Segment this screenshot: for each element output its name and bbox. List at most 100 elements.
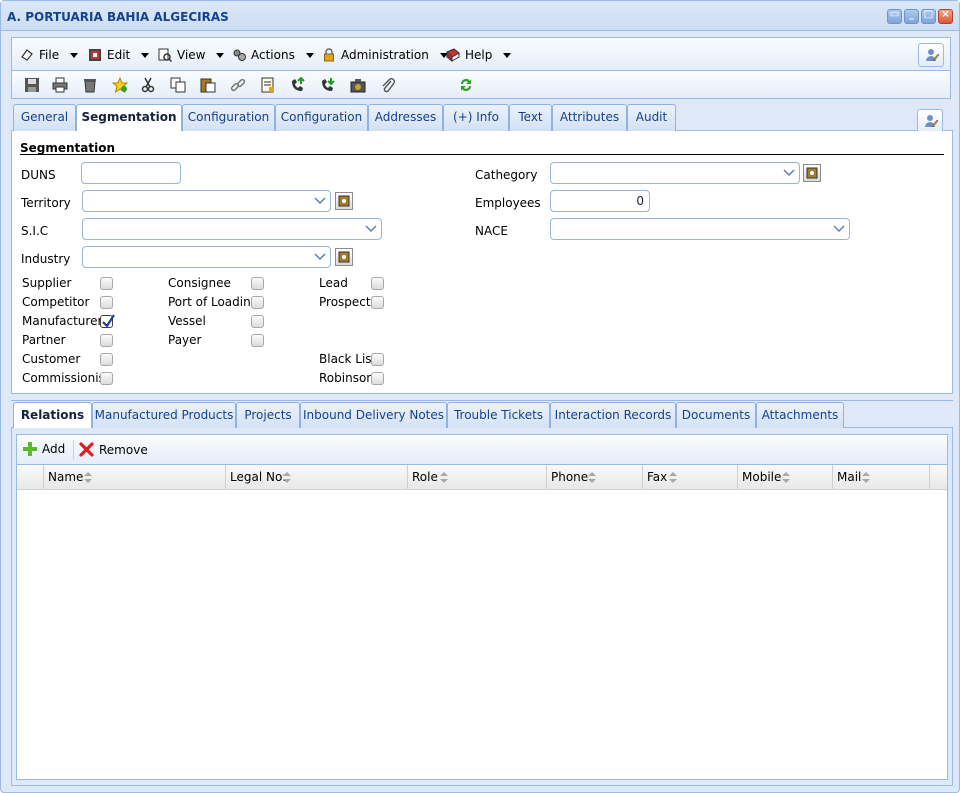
tab-attachments[interactable]: Attachments <box>756 402 844 429</box>
column-header-mail[interactable]: Mail <box>833 465 930 489</box>
column-header-legal-no[interactable]: Legal No: <box>226 465 408 489</box>
customer-checkbox[interactable] <box>100 353 113 366</box>
camera-icon[interactable] <box>350 77 366 93</box>
tab-inbound-delivery-notes[interactable]: Inbound Delivery Notes <box>300 402 447 429</box>
related-tabs: Relations Manufactured Products Projects… <box>11 400 953 430</box>
refresh-icon[interactable] <box>458 77 474 93</box>
cathegory-lookup-button[interactable] <box>803 164 821 182</box>
tab-documents[interactable]: Documents <box>676 402 756 429</box>
restore-button[interactable]: ▭ <box>887 9 902 24</box>
section-divider <box>20 154 944 155</box>
supplier-checkbox[interactable] <box>100 277 113 290</box>
industry-lookup-button[interactable] <box>335 248 353 266</box>
consignee-checkbox[interactable] <box>251 277 264 290</box>
lookup-icon <box>338 251 350 263</box>
column-header-mobile[interactable]: Mobile <box>738 465 833 489</box>
report-icon[interactable] <box>260 77 276 93</box>
chevron-down-icon[interactable] <box>779 163 799 183</box>
manufacturer-checkbox[interactable] <box>100 314 115 328</box>
robinson-checkbox[interactable] <box>371 372 384 385</box>
paste-icon[interactable] <box>200 77 216 93</box>
sort-icon <box>588 472 596 483</box>
employees-field[interactable]: 0 <box>550 190 650 212</box>
checkmark-icon <box>102 314 115 328</box>
print-icon[interactable] <box>52 77 68 93</box>
duns-label: DUNS <box>21 168 56 182</box>
tab-segmentation[interactable]: Segmentation <box>76 104 182 132</box>
prospect-label: Prospect <box>319 295 371 309</box>
link-icon[interactable] <box>230 77 246 93</box>
duns-field[interactable] <box>81 162 181 184</box>
tab-configuration-2[interactable]: Configuration <box>275 104 368 131</box>
competitor-checkbox[interactable] <box>100 296 113 309</box>
menu-edit-label: Edit <box>107 48 131 62</box>
close-icon: × <box>941 9 950 20</box>
copy-icon[interactable] <box>170 77 186 93</box>
call-out-icon[interactable] <box>290 77 306 93</box>
partner-checkbox[interactable] <box>100 334 113 347</box>
column-header-role[interactable]: Role <box>408 465 547 489</box>
column-header-fax[interactable]: Fax <box>643 465 738 489</box>
tab-manufactured-products[interactable]: Manufactured Products <box>92 402 236 429</box>
prospect-checkbox[interactable] <box>371 296 384 309</box>
chevron-down-icon[interactable] <box>310 247 330 267</box>
menu-administration-label: Administration <box>341 48 429 62</box>
column-header-name[interactable]: Name <box>44 465 226 489</box>
payer-checkbox[interactable] <box>251 334 264 347</box>
industry-combo[interactable] <box>82 246 331 268</box>
menu-help[interactable]: Help <box>446 46 512 64</box>
menu-edit[interactable]: Edit <box>88 46 150 64</box>
lead-checkbox[interactable] <box>371 277 384 290</box>
toolbar-separator <box>73 440 74 460</box>
tab-projects[interactable]: Projects <box>236 402 300 429</box>
chevron-down-icon[interactable] <box>361 219 381 239</box>
tab-interaction-records[interactable]: Interaction Records <box>550 402 676 429</box>
menu-actions-label: Actions <box>251 48 295 62</box>
sort-icon <box>84 472 92 483</box>
relations-panel: Add Remove Name Legal No: Role Phone Fax… <box>11 428 953 786</box>
close-button[interactable]: × <box>938 9 953 24</box>
tab-trouble-tickets[interactable]: Trouble Tickets <box>447 402 550 429</box>
delete-icon[interactable] <box>82 77 98 93</box>
sort-icon <box>669 472 677 483</box>
cathegory-combo[interactable] <box>550 162 800 184</box>
tab-text[interactable]: Text <box>509 104 552 131</box>
restore-icon: ▭ <box>889 9 900 20</box>
chevron-down-icon[interactable] <box>310 191 330 211</box>
menu-view[interactable]: View <box>158 46 225 64</box>
menu-file-label: File <box>39 48 60 62</box>
territory-combo[interactable] <box>82 190 331 212</box>
minimize-button[interactable]: _ <box>904 9 919 24</box>
tab-attributes[interactable]: Attributes <box>552 104 627 131</box>
tab-relations[interactable]: Relations <box>13 402 92 430</box>
lock-icon <box>324 48 334 62</box>
add-button[interactable]: Add <box>23 442 65 456</box>
tab-user-edit-button[interactable] <box>917 109 943 133</box>
favorite-icon[interactable] <box>112 77 128 93</box>
commissionist-label: Commissionist <box>22 371 110 385</box>
maximize-button[interactable]: □ <box>921 9 936 24</box>
save-icon[interactable] <box>24 77 40 93</box>
tab-addresses[interactable]: Addresses <box>368 104 443 131</box>
tab-configuration[interactable]: Configuration <box>182 104 275 131</box>
black-list-checkbox[interactable] <box>371 353 384 366</box>
menu-file[interactable]: File <box>20 46 79 64</box>
territory-lookup-button[interactable] <box>335 192 353 210</box>
tab-audit[interactable]: Audit <box>627 104 676 131</box>
nace-combo[interactable] <box>550 218 850 240</box>
port-of-loading-checkbox[interactable] <box>251 296 264 309</box>
user-edit-button[interactable] <box>918 43 944 67</box>
column-header-phone[interactable]: Phone <box>547 465 643 489</box>
chevron-down-icon[interactable] <box>829 219 849 239</box>
attach-icon[interactable] <box>380 77 396 93</box>
tab-general[interactable]: General <box>13 104 76 131</box>
sic-combo[interactable] <box>82 218 382 240</box>
menu-administration[interactable]: Administration <box>322 46 448 64</box>
call-in-icon[interactable] <box>320 77 336 93</box>
vessel-checkbox[interactable] <box>251 315 264 328</box>
menu-actions[interactable]: Actions <box>232 46 314 64</box>
commissionist-checkbox[interactable] <box>100 372 113 385</box>
cut-icon[interactable] <box>140 77 156 93</box>
remove-button[interactable]: Remove <box>79 442 148 457</box>
tab-more-info[interactable]: (+) Info <box>443 104 509 131</box>
